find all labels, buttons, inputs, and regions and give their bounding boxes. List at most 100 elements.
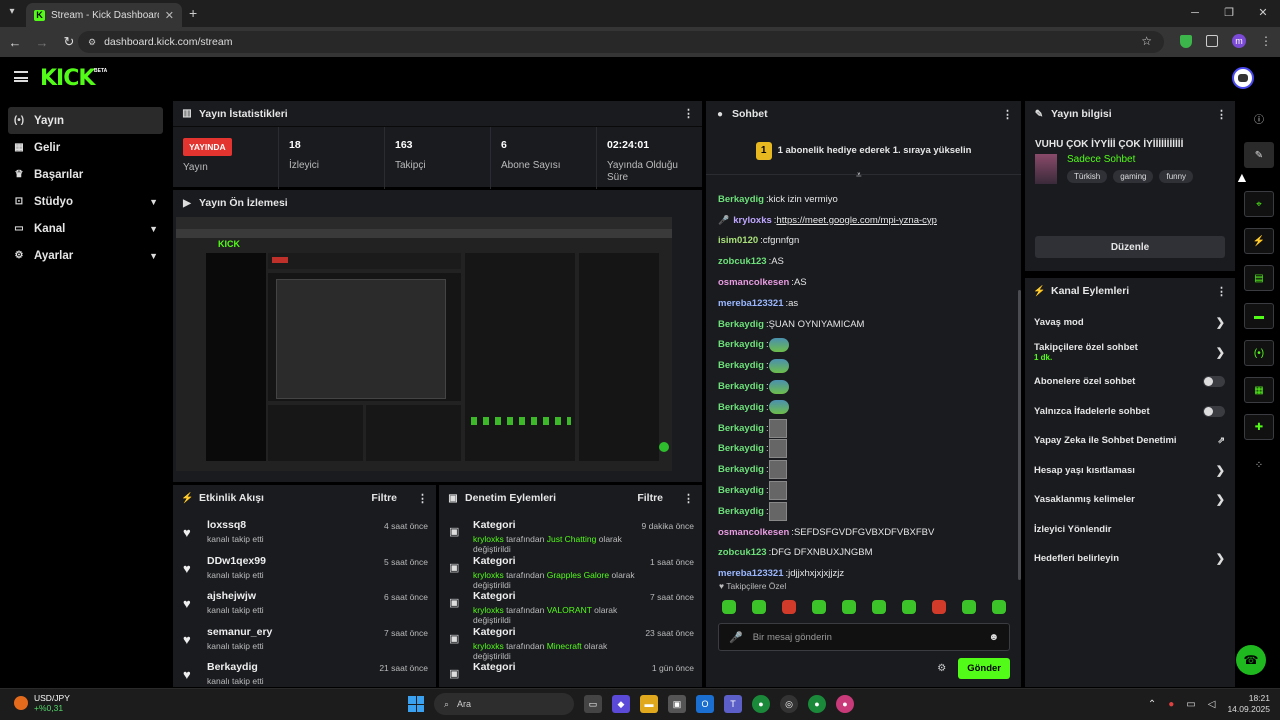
emote-icon[interactable] <box>962 600 976 614</box>
chat-username[interactable]: isim0120 <box>718 235 758 246</box>
bookmark-star-icon[interactable]: ☆ <box>1141 34 1152 48</box>
chat-username[interactable]: Berkaydig <box>718 194 764 205</box>
chat-username[interactable]: Berkaydig <box>718 402 764 413</box>
category-name[interactable]: Just Chatting <box>547 534 597 544</box>
help-chat-button[interactable]: ☎ <box>1236 645 1266 675</box>
action-ai-moderation[interactable]: Yapay Zeka ile Sohbet Denetimi ⇗ <box>1025 426 1235 456</box>
emote-icon[interactable] <box>992 600 1006 614</box>
stream-preview-video[interactable]: KICK <box>176 217 672 471</box>
info-icon[interactable]: ⓘ <box>1244 105 1274 131</box>
windows-start-icon[interactable] <box>408 696 424 712</box>
extensions-puzzle-icon[interactable] <box>1206 35 1218 47</box>
category-name[interactable]: VALORANT <box>547 605 592 615</box>
action-account-age[interactable]: Hesap yaşı kısıtlaması ❯ <box>1025 456 1235 486</box>
category-name[interactable]: Minecraft <box>547 641 582 651</box>
sidebar-item-ayarlar[interactable]: ⚙ Ayarlar ▼ <box>8 242 163 269</box>
follower-name[interactable]: loxssq8 <box>207 519 374 531</box>
volume-icon[interactable]: ◁ <box>1208 699 1216 710</box>
chat-username[interactable]: kryloxks <box>733 215 772 226</box>
file-explorer-icon[interactable]: ▬ <box>640 695 658 713</box>
broadcast-icon[interactable]: (•) <box>1244 340 1274 366</box>
panel-menu-icon[interactable]: ⋮ <box>1002 108 1013 121</box>
store-icon[interactable]: ▣ <box>668 695 686 713</box>
address-bar[interactable]: ⚙ dashboard.kick.com/stream ☆ <box>78 31 1164 53</box>
teams-icon[interactable]: T <box>724 695 742 713</box>
panel-menu-icon[interactable]: ⋮ <box>1216 108 1227 121</box>
panel-menu-icon[interactable]: ⋮ <box>417 492 428 505</box>
chat-username[interactable]: zobcuk123 <box>718 256 767 267</box>
ticker-widget[interactable]: USD/JPY +%0,31 <box>14 693 70 713</box>
chat-input[interactable]: 🎤 Bir mesaj gönderin ☻ <box>718 623 1010 651</box>
chat-username[interactable]: Berkaydig <box>718 423 764 434</box>
chat-username[interactable]: Berkaydig <box>718 319 764 330</box>
action-banned-words[interactable]: Yasaklanmış kelimeler ❯ <box>1025 485 1235 515</box>
outlook-icon[interactable]: O <box>696 695 714 713</box>
mod-user[interactable]: kryloxks <box>473 534 504 544</box>
task-view-icon[interactable]: ▭ <box>584 695 602 713</box>
follower-name[interactable]: ajshejwjw <box>207 590 374 602</box>
sidebar-item-kanal[interactable]: ▭ Kanal ▼ <box>8 215 163 242</box>
mod-user[interactable]: kryloxks <box>473 641 504 651</box>
mic-tray-icon[interactable]: ● <box>1168 699 1174 710</box>
forward-icon[interactable]: → <box>30 35 54 50</box>
panel-menu-icon[interactable]: ⋮ <box>683 107 694 120</box>
chat-username[interactable]: Berkaydig <box>718 464 764 475</box>
lightning-icon[interactable]: ⚡ <box>1244 228 1274 254</box>
chat-username[interactable]: mereba123321 <box>718 568 784 579</box>
emote-icon[interactable] <box>812 600 826 614</box>
emote-icon[interactable] <box>932 600 946 614</box>
chat-scrollbar[interactable] <box>1018 290 1021 580</box>
subscribers-only-toggle[interactable] <box>1203 376 1225 388</box>
category-name[interactable]: Grapples Galore <box>547 570 609 580</box>
minimize-icon[interactable]: ─ <box>1178 0 1212 27</box>
mod-user[interactable]: kryloxks <box>473 605 504 615</box>
send-button[interactable]: Gönder <box>958 658 1010 679</box>
chat-username[interactable]: zobcuk123 <box>718 547 767 558</box>
shield-extension-icon[interactable] <box>1180 34 1192 48</box>
maximize-icon[interactable]: ❐ <box>1212 0 1246 27</box>
emoji-icon[interactable]: ☻ <box>988 632 999 643</box>
layout-icon[interactable]: ▦ <box>1244 377 1274 403</box>
site-info-icon[interactable]: ⚙ <box>88 37 96 48</box>
gift-banner[interactable]: 1 1 abonelik hediye ederek 1. sıraya yük… <box>706 127 1021 175</box>
clock[interactable]: 18:21 14.09.2025 <box>1227 693 1270 715</box>
chat-username[interactable]: Berkaydig <box>718 443 764 454</box>
emote-icon[interactable] <box>782 600 796 614</box>
emote-icon[interactable] <box>872 600 886 614</box>
close-tab-icon[interactable]: ✕ <box>165 9 174 22</box>
action-goals[interactable]: Hedefleri belirleyin ❯ <box>1025 544 1235 574</box>
edit-button[interactable]: Düzenle <box>1035 236 1225 258</box>
filter-button[interactable]: Filtre <box>637 492 663 504</box>
kick-logo[interactable]: KICK <box>40 66 95 91</box>
chat-username[interactable]: Berkaydig <box>718 485 764 496</box>
hamburger-menu-icon[interactable] <box>14 71 28 82</box>
chrome-profile-icon[interactable]: ● <box>808 695 826 713</box>
chat-icon[interactable]: ▬ <box>1244 303 1274 329</box>
emote-icon[interactable] <box>902 600 916 614</box>
profile-avatar[interactable]: m <box>1232 34 1246 48</box>
emote-icon[interactable] <box>842 600 856 614</box>
taskbar-search[interactable]: ⌕ Ara <box>434 693 574 715</box>
action-slow-mode[interactable]: Yavaş mod ❯ <box>1025 308 1235 338</box>
new-tab-button[interactable]: + <box>189 5 197 21</box>
follower-name[interactable]: DDw1qex99 <box>207 555 374 567</box>
sidebar-item-basarilar[interactable]: ♛ Başarılar <box>8 161 163 188</box>
chat-username[interactable]: Berkaydig <box>718 339 764 350</box>
back-icon[interactable]: ← <box>3 35 27 50</box>
tray-chevron-icon[interactable]: ⌃ <box>1148 699 1156 710</box>
wrench-icon[interactable]: ✚ <box>1244 414 1274 440</box>
chrome-icon[interactable]: ● <box>752 695 770 713</box>
follower-name[interactable]: semanur_ery <box>207 626 374 638</box>
chrome-active-icon[interactable]: ● <box>836 695 854 713</box>
microphone-icon[interactable]: 🎤 <box>729 631 743 644</box>
browser-tab[interactable]: K Stream - Kick Dashboard ✕ <box>26 3 182 27</box>
sidebar-item-gelir[interactable]: ▦ Gelir <box>8 134 163 161</box>
mod-user[interactable]: kryloxks <box>473 570 504 580</box>
chat-username[interactable]: Berkaydig <box>718 506 764 517</box>
app-icon[interactable]: ◎ <box>780 695 798 713</box>
close-window-icon[interactable]: ✕ <box>1246 0 1280 27</box>
emote-icon[interactable] <box>752 600 766 614</box>
chat-username[interactable]: osmancolkesen <box>718 527 789 538</box>
chat-username[interactable]: Berkaydig <box>718 360 764 371</box>
follower-name[interactable]: Berkaydig <box>207 661 369 673</box>
